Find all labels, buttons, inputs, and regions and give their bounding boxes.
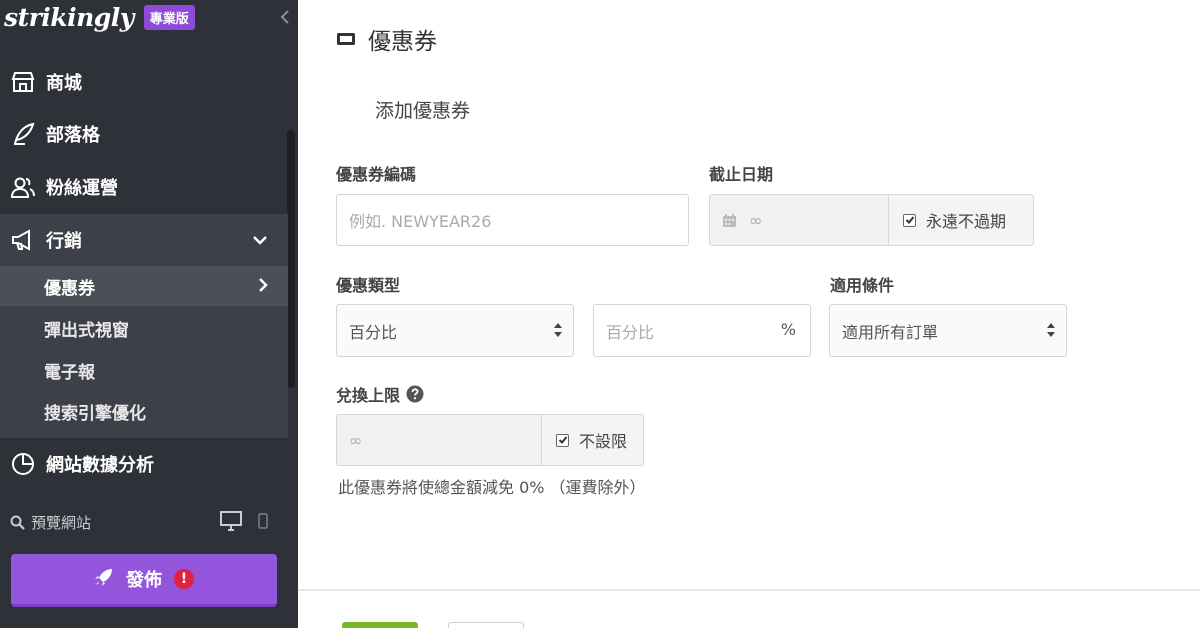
condition-value: 適用所有訂單 <box>842 322 939 342</box>
chevron-down-icon <box>252 230 268 251</box>
preview-site-row[interactable]: 預覽網站 <box>10 508 288 536</box>
section-title: 添加優惠券 <box>375 100 471 122</box>
sidebar-scrollbar[interactable] <box>287 130 295 388</box>
footer-divider <box>298 589 1200 591</box>
page-header: 優惠券 <box>336 22 437 56</box>
unlimited-label: 不設限 <box>579 432 628 451</box>
never-expire-checkbox[interactable] <box>903 213 916 227</box>
condition-select[interactable]: 適用所有訂單 <box>829 304 1067 357</box>
discount-summary-text: 此優惠券將使總金額減免 0% （運費除外） <box>338 478 646 497</box>
submenu-item-label: 優惠券 <box>44 278 95 299</box>
cancel-button[interactable] <box>448 622 524 628</box>
expiry-date-input[interactable]: ∞ <box>709 194 889 246</box>
collapse-sidebar-button[interactable] <box>276 6 294 28</box>
store-icon <box>10 69 36 95</box>
coupon-code-placeholder: 例如. NEWYEAR26 <box>349 212 492 231</box>
redemption-limit-label: 兌換上限 <box>336 386 401 405</box>
calendar-icon <box>723 213 736 227</box>
redemption-limit-input[interactable]: ∞ <box>336 414 542 466</box>
discount-type-select[interactable]: 百分比 <box>336 304 574 357</box>
desktop-preview-icon[interactable] <box>220 511 242 535</box>
publish-label: 發佈 <box>126 570 162 591</box>
chevron-left-icon <box>280 10 289 24</box>
strikingly-logo[interactable]: strikingly <box>4 3 134 32</box>
select-arrows-icon <box>553 321 563 343</box>
coupon-code-input[interactable]: 例如. NEWYEAR26 <box>336 194 689 246</box>
brand: strikingly 專業版 <box>4 0 195 34</box>
save-button[interactable] <box>342 622 418 628</box>
question-circle-icon[interactable] <box>406 385 424 403</box>
sidebar-item-fans[interactable]: 粉絲運營 <box>0 161 288 213</box>
sidebar-item-label: 部落格 <box>46 125 100 146</box>
pro-plan-badge: 專業版 <box>143 4 195 30</box>
unlimited-toggle[interactable]: 不設限 <box>541 414 644 466</box>
preview-site-label: 預覽網站 <box>31 513 92 532</box>
submenu-item-newsletter[interactable]: 電子報 <box>0 350 288 390</box>
sidebar-item-blog[interactable]: 部落格 <box>0 108 288 160</box>
discount-amount-placeholder: 百分比 <box>606 322 655 342</box>
search-icon <box>10 515 25 530</box>
expiry-date-value: ∞ <box>749 210 763 230</box>
sidebar-item-store[interactable]: 商城 <box>0 56 288 108</box>
redemption-limit-label-row: 兌換上限 <box>336 382 424 406</box>
sidebar: strikingly 專業版 商城 部落格 粉絲運營 行銷 優惠券 彈出式視窗 … <box>0 0 298 628</box>
main-content: 優惠券 添加優惠券 優惠券編碼 例如. NEWYEAR26 截止日期 ∞ 永遠不… <box>298 0 1200 628</box>
users-icon <box>10 174 36 200</box>
marketing-submenu: 優惠券 彈出式視窗 電子報 搜索引擎優化 <box>0 266 288 438</box>
condition-label: 適用條件 <box>830 276 895 295</box>
select-arrows-icon <box>1046 321 1056 343</box>
percent-suffix: % <box>780 320 796 339</box>
submenu-item-label: 搜索引擎優化 <box>44 403 146 424</box>
page-title: 優惠券 <box>368 29 437 55</box>
unlimited-checkbox[interactable] <box>556 433 569 447</box>
never-expire-label: 永遠不過期 <box>926 212 1007 231</box>
discount-type-label: 優惠類型 <box>336 276 401 295</box>
submenu-item-label: 電子報 <box>44 362 95 383</box>
never-expire-toggle[interactable]: 永遠不過期 <box>888 194 1034 246</box>
pie-chart-icon <box>10 451 36 477</box>
redemption-limit-value: ∞ <box>349 430 363 450</box>
ticket-icon <box>336 32 356 46</box>
publish-button[interactable]: 發佈 ! <box>11 554 277 607</box>
discount-amount-input[interactable]: 百分比 % <box>593 304 811 357</box>
sidebar-item-label: 粉絲運營 <box>46 178 118 199</box>
submenu-item-popup[interactable]: 彈出式視窗 <box>0 308 288 348</box>
sidebar-item-analytics[interactable]: 網站數據分析 <box>0 438 288 490</box>
sidebar-item-marketing[interactable]: 行銷 <box>0 214 288 266</box>
quill-icon <box>10 121 36 147</box>
chevron-right-icon <box>258 277 268 298</box>
mobile-preview-icon[interactable] <box>258 513 268 533</box>
rocket-icon <box>94 567 114 592</box>
megaphone-icon <box>10 227 36 253</box>
sidebar-item-label: 行銷 <box>46 231 82 252</box>
coupon-code-label: 優惠券編碼 <box>336 165 417 184</box>
submenu-item-label: 彈出式視窗 <box>44 320 129 341</box>
expiry-date-label: 截止日期 <box>709 165 774 184</box>
sidebar-item-label: 網站數據分析 <box>46 455 154 476</box>
discount-type-value: 百分比 <box>349 322 398 342</box>
submenu-item-coupons[interactable]: 優惠券 <box>0 266 288 306</box>
sidebar-item-label: 商城 <box>46 73 82 94</box>
submenu-item-seo[interactable]: 搜索引擎優化 <box>0 391 288 431</box>
publish-alert-icon: ! <box>174 569 194 589</box>
